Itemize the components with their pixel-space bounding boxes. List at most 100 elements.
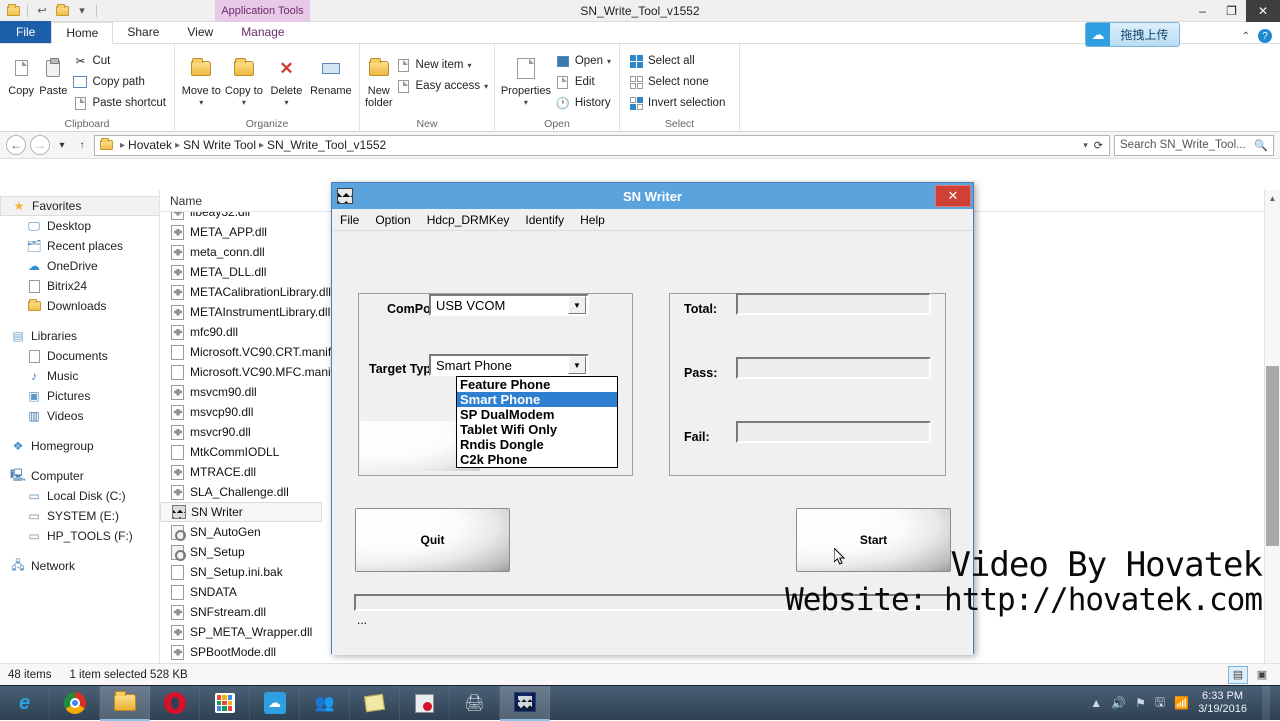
history-button[interactable]: 🕐 History	[552, 93, 614, 113]
breadcrumb-item-0[interactable]: Hovatek	[128, 138, 172, 152]
scroll-up-arrow-icon[interactable]: ▲	[1265, 190, 1280, 206]
taskbar-internet-explorer[interactable]: e	[0, 685, 50, 721]
sn-writer-close-button[interactable]: ✕	[935, 185, 971, 207]
taskbar-clock[interactable]: 6:33 PM 3/19/2016	[1198, 690, 1247, 716]
minimize-button[interactable]: –	[1188, 0, 1217, 22]
taskbar-contacts[interactable]: 👥	[300, 685, 350, 721]
qat-chevron-down-icon[interactable]: ▾	[73, 2, 91, 20]
chevron-down-icon[interactable]: ▾	[284, 97, 288, 109]
sidebar-item-hp-tools-f[interactable]: ▭ HP_TOOLS (F:)	[0, 526, 159, 546]
sidebar-item-music[interactable]: ♪ Music	[0, 366, 159, 386]
menu-item-identify[interactable]: Identify	[525, 213, 564, 227]
taskbar-app-tiles[interactable]	[200, 685, 250, 721]
sidebar-item-local-disk-c[interactable]: ▭ Local Disk (C:)	[0, 486, 159, 506]
show-desktop-button[interactable]	[1262, 685, 1270, 721]
chevron-down-icon[interactable]: ▾	[484, 82, 488, 91]
back-button[interactable]: ←	[6, 135, 26, 155]
network-signal-icon[interactable]: 📶	[1174, 696, 1189, 710]
taskbar-notes[interactable]	[350, 685, 400, 721]
chevron-down-icon[interactable]: ▼	[568, 296, 586, 314]
sidebar-item-videos[interactable]: ▥ Videos	[0, 406, 159, 426]
breadcrumb[interactable]: ▸ Hovatek ▸ SN Write Tool ▸ SN_Write_Too…	[94, 134, 1110, 156]
rename-button[interactable]: Rename	[308, 47, 354, 97]
target-type-dropdown-list[interactable]: Feature Phone Smart Phone SP DualModem T…	[456, 376, 618, 468]
chevron-down-icon[interactable]: ▾	[607, 57, 611, 66]
sidebar-item-libraries[interactable]: ▤ Libraries	[0, 326, 159, 346]
refresh-icon[interactable]: ⟳	[1094, 139, 1103, 152]
open-button[interactable]: Open ▾	[552, 51, 614, 71]
sidebar-item-network[interactable]: 🖧 Network	[0, 556, 159, 576]
start-button[interactable]: Start	[796, 508, 951, 572]
sidebar-item-onedrive[interactable]: ☁ OneDrive	[0, 256, 159, 276]
search-input[interactable]: Search SN_Write_Tool... 🔍	[1114, 134, 1274, 156]
collapse-ribbon-icon[interactable]: ⌃	[1242, 31, 1250, 42]
qat-new-folder-icon[interactable]	[53, 2, 71, 20]
tab-share[interactable]: Share	[113, 21, 173, 43]
scrollbar-track[interactable]	[1265, 206, 1280, 669]
easy-access-button[interactable]: Easy access ▾	[393, 76, 492, 96]
address-dropdown-icon[interactable]: ▾	[1083, 140, 1088, 151]
details-view-icon[interactable]: ▤	[1228, 665, 1248, 684]
dropdown-option-rndis-dongle[interactable]: Rndis Dongle	[457, 437, 617, 452]
sidebar-item-downloads[interactable]: Downloads	[0, 296, 159, 316]
menu-item-file[interactable]: File	[340, 213, 359, 227]
chevron-down-icon[interactable]: ▾	[199, 97, 203, 109]
sidebar-item-documents[interactable]: Documents	[0, 346, 159, 366]
dropdown-option-smart-phone[interactable]: Smart Phone	[457, 392, 617, 407]
sidebar-item-homegroup[interactable]: ❖ Homegroup	[0, 436, 159, 456]
forward-button[interactable]: →	[30, 135, 50, 155]
menu-item-hdcp-drmkey[interactable]: Hdcp_DRMKey	[427, 213, 510, 227]
paste-shortcut-button[interactable]: Paste shortcut	[69, 93, 169, 113]
help-icon[interactable]: ?	[1258, 29, 1272, 43]
sidebar-item-system-e[interactable]: ▭ SYSTEM (E:)	[0, 506, 159, 526]
move-to-button[interactable]: Move to ▾	[180, 47, 223, 109]
file-list-scrollbar[interactable]: ▲ ▼	[1264, 190, 1280, 685]
sidebar-item-bitrix24[interactable]: Bitrix24	[0, 276, 159, 296]
dropdown-option-feature-phone[interactable]: Feature Phone	[457, 377, 617, 392]
chevron-down-icon[interactable]: ▾	[242, 97, 246, 109]
chevron-down-icon[interactable]: ▾	[467, 61, 471, 70]
cut-button[interactable]: ✂ Cut	[69, 51, 169, 71]
volume-icon[interactable]: 🔊	[1111, 696, 1126, 710]
up-button[interactable]: ↑	[74, 135, 90, 155]
comport-combobox[interactable]: USB VCOM ▼	[429, 294, 589, 316]
dropdown-option-sp-dualmodem[interactable]: SP DualModem	[457, 407, 617, 422]
taskbar-file-explorer[interactable]	[100, 685, 150, 721]
breadcrumb-item-1[interactable]: SN Write Tool	[183, 138, 256, 152]
taskbar-save-tool[interactable]	[400, 685, 450, 721]
invert-selection-button[interactable]: Invert selection	[625, 93, 728, 113]
qat-folder-icon[interactable]	[4, 2, 22, 20]
new-folder-button[interactable]: New folder	[365, 47, 393, 109]
delete-button[interactable]: ✕ Delete ▾	[265, 47, 308, 109]
taskbar-sn-writer[interactable]	[500, 685, 550, 721]
copy-path-button[interactable]: Copy path	[69, 72, 169, 92]
copy-to-button[interactable]: Copy to ▾	[223, 47, 266, 109]
dropdown-option-tablet-wifi-only[interactable]: Tablet Wifi Only	[457, 422, 617, 437]
table-row-selected[interactable]: SN Writer	[160, 502, 322, 522]
select-none-button[interactable]: Select none	[625, 72, 728, 92]
target-type-combobox[interactable]: Smart Phone ▼	[429, 354, 589, 376]
show-hidden-icon[interactable]: ▲	[1090, 696, 1102, 710]
chevron-down-icon[interactable]: ▼	[568, 356, 586, 374]
sidebar-item-desktop[interactable]: 🖵 Desktop	[0, 216, 159, 236]
select-all-button[interactable]: Select all	[625, 51, 728, 71]
tab-manage[interactable]: Manage	[227, 21, 298, 43]
scrollbar-thumb[interactable]	[1266, 366, 1279, 546]
dropdown-option-c2k-phone[interactable]: C2k Phone	[457, 452, 617, 467]
drag-upload-button[interactable]: ☁ 拖拽上传	[1085, 22, 1180, 47]
qat-undo-icon[interactable]: ↩	[33, 2, 51, 20]
tab-view[interactable]: View	[173, 21, 227, 43]
breadcrumb-item-2[interactable]: SN_Write_Tool_v1552	[267, 138, 386, 152]
copy-button[interactable]: Copy	[5, 47, 37, 97]
tab-home[interactable]: Home	[51, 22, 114, 44]
properties-button[interactable]: Properties ▾	[500, 47, 552, 109]
sidebar-item-pictures[interactable]: ▣ Pictures	[0, 386, 159, 406]
taskbar-opera[interactable]	[150, 685, 200, 721]
taskbar-printer-tool[interactable]: 🖨	[450, 685, 500, 721]
edit-button[interactable]: Edit	[552, 72, 614, 92]
menu-item-help[interactable]: Help	[580, 213, 605, 227]
flag-icon[interactable]: ⚑	[1135, 696, 1146, 710]
sidebar-item-favorites[interactable]: ★ Favorites	[0, 196, 159, 216]
menu-item-option[interactable]: Option	[375, 213, 410, 227]
quit-button[interactable]: Quit	[355, 508, 510, 572]
